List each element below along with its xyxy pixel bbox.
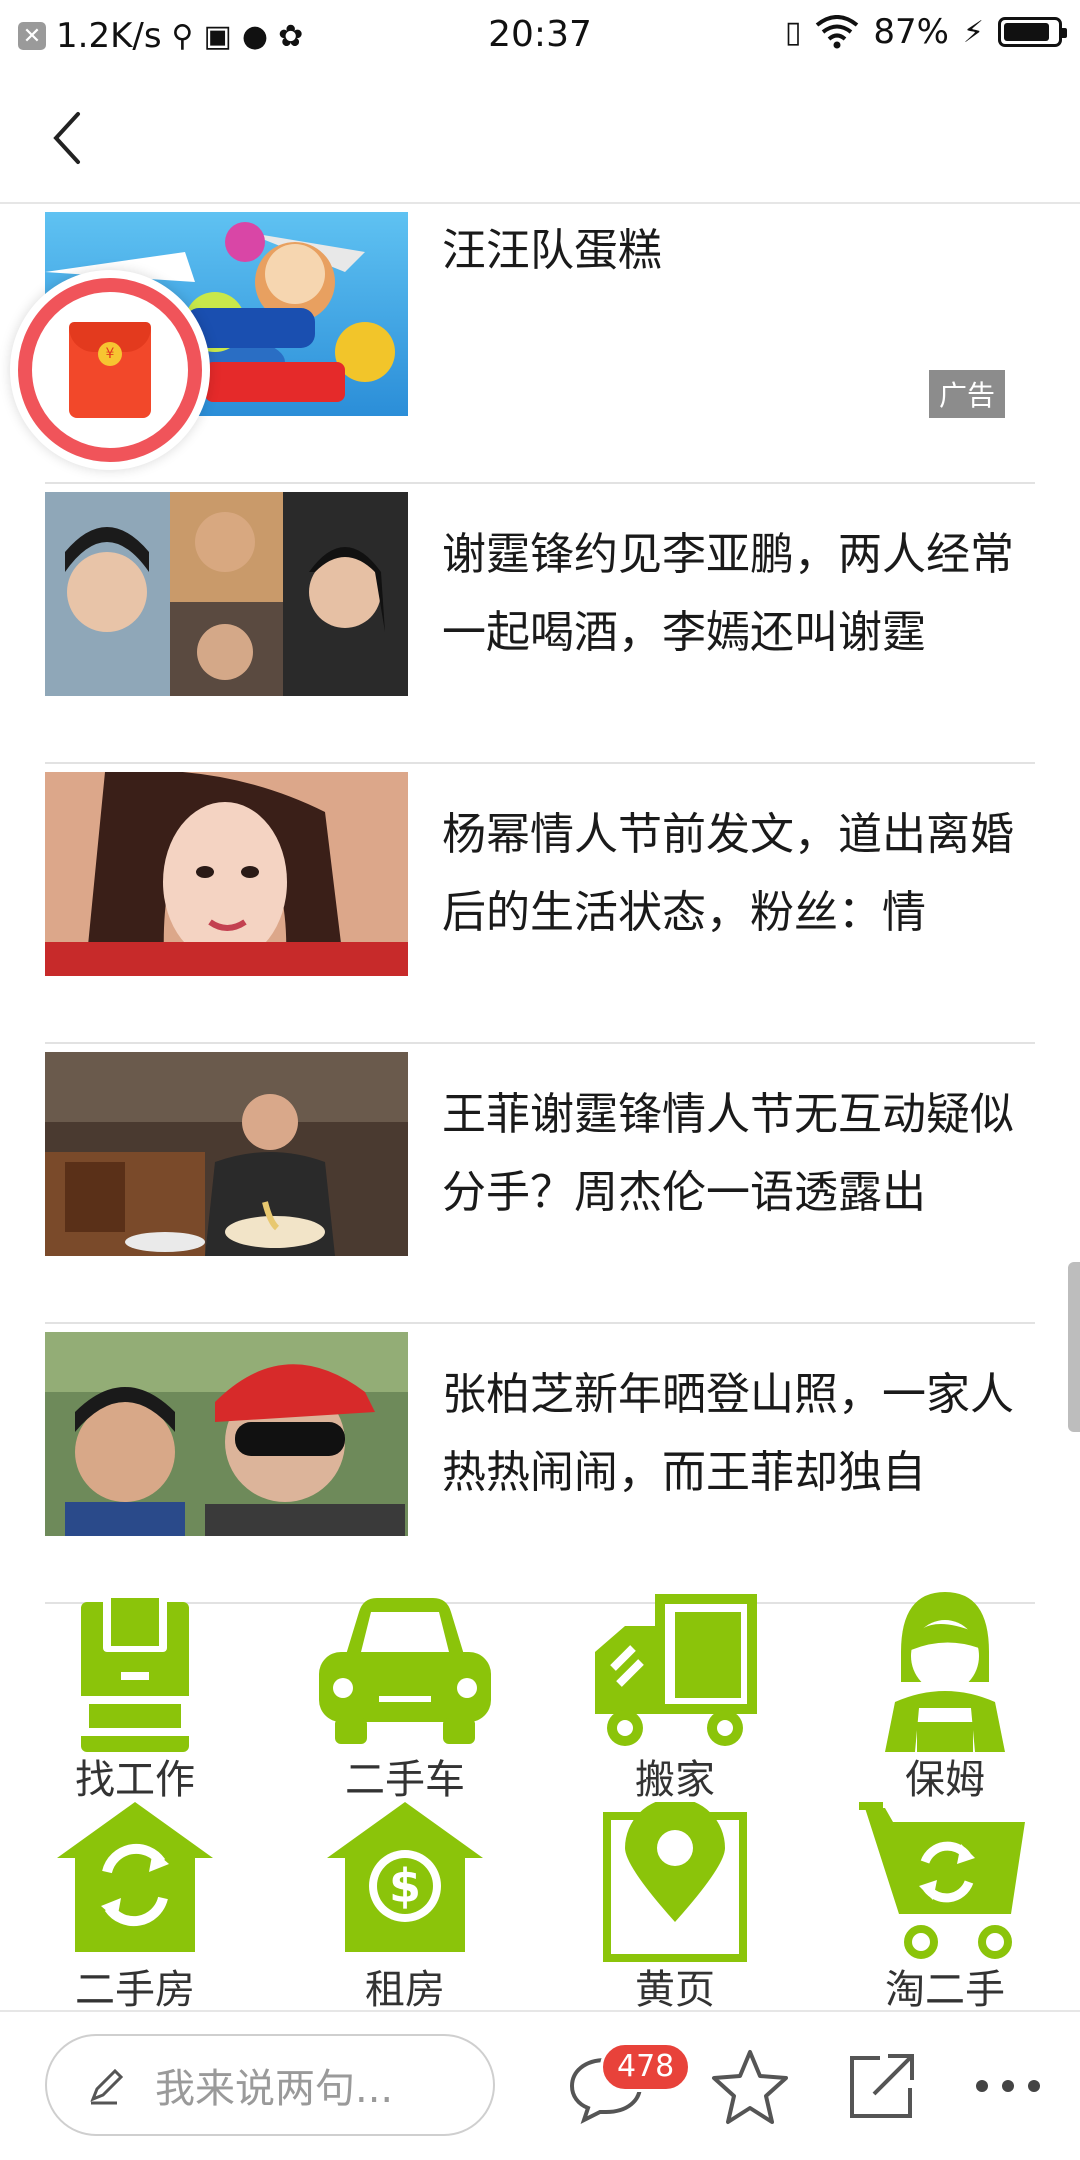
charging-icon: ⚡ <box>962 14 984 50</box>
house-dollar-icon: $ <box>327 1802 483 1952</box>
service-yellow-pages[interactable]: 黄页 <box>540 1798 810 2014</box>
share-icon[interactable] <box>840 2046 920 2126</box>
bottom-comment-bar: 我来说两句... 478 <box>0 2010 1080 2160</box>
service-label: 淘二手 <box>885 1967 1005 2013</box>
comment-input[interactable]: 我来说两句... <box>45 2034 495 2136</box>
wifi-icon <box>816 15 859 49</box>
service-label: 找工作 <box>75 1757 195 1803</box>
red-envelope-icon: ¥ <box>69 322 151 418</box>
service-job[interactable]: 找工作 <box>0 1592 270 1804</box>
battery-percent: 87% <box>873 12 949 52</box>
news-title[interactable]: 张柏芝新年晒登山照，一家人热热闹闹，而王菲却独自 <box>442 1356 1017 1512</box>
vibrate-icon: ▯ <box>784 14 802 50</box>
service-label: 保姆 <box>905 1757 985 1803</box>
truck-icon <box>595 1594 757 1746</box>
status-bar: ✕ 1.2K/s ⚲ ▣ ● ✿ 20:37 ▯ 87% ⚡ <box>0 0 1080 72</box>
chevron-left-icon[interactable] <box>40 108 100 168</box>
car-icon <box>319 1598 491 1744</box>
comment-placeholder: 我来说两句... <box>155 2066 394 2112</box>
job-bag-icon <box>81 1592 189 1752</box>
service-label: 租房 <box>365 1967 445 2013</box>
service-second-hand[interactable]: 淘二手 <box>810 1802 1080 2014</box>
red-packet-ring: ¥ <box>18 278 202 462</box>
ad-label: 广告 <box>928 370 1005 418</box>
news-thumbnail[interactable] <box>45 492 408 696</box>
news-item[interactable]: 王菲谢霆锋情人节无互动疑似分手？周杰伦一语透露出 <box>45 1044 1035 1324</box>
battery-icon <box>998 17 1067 47</box>
service-label: 黄页 <box>635 1967 715 2013</box>
location-pin-icon <box>603 1798 747 1962</box>
news-thumbnail[interactable] <box>45 1052 408 1256</box>
service-rent[interactable]: $ 租房 <box>270 1802 540 2014</box>
house-refresh-icon <box>57 1802 213 1952</box>
pencil-icon <box>90 2068 124 2105</box>
news-thumbnail[interactable] <box>45 772 408 976</box>
news-title[interactable]: 汪汪队蛋糕 <box>442 212 1017 368</box>
services-grid: 找工作 二手车 搬家 保姆 二手房 $ 租房 黄页 淘二手 <box>0 1570 1080 2013</box>
cart-refresh-icon <box>859 1802 1025 1959</box>
service-moving[interactable]: 搬家 <box>540 1592 810 1804</box>
news-item[interactable]: 张柏芝新年晒登山照，一家人热热闹闹，而王菲却独自 <box>45 1324 1035 1604</box>
service-label: 二手车 <box>345 1757 465 1803</box>
service-nanny[interactable]: 保姆 <box>810 1592 1080 1804</box>
comment-count-badge: 478 <box>600 2042 692 2092</box>
service-used-house[interactable]: 二手房 <box>0 1802 270 2014</box>
news-title[interactable]: 杨幂情人节前发文，道出离婚后的生活状态，粉丝：情 <box>442 796 1017 952</box>
nanny-icon <box>885 1592 1005 1752</box>
red-packet-float-button[interactable]: ¥ <box>10 270 210 470</box>
service-used-car[interactable]: 二手车 <box>270 1592 540 1804</box>
service-label: 二手房 <box>75 1967 195 2013</box>
news-item[interactable]: 杨幂情人节前发文，道出离婚后的生活状态，粉丝：情 <box>45 764 1035 1044</box>
news-title[interactable]: 谢霆锋约见李亚鹏，两人经常一起喝酒，李嫣还叫谢霆 <box>442 516 1017 672</box>
star-icon[interactable] <box>710 2046 790 2126</box>
yuan-coin-icon: ¥ <box>98 342 122 366</box>
top-header <box>0 72 1080 204</box>
service-label: 搬家 <box>635 1757 715 1803</box>
more-icon[interactable] <box>968 2046 1048 2126</box>
news-item[interactable]: 谢霆锋约见李亚鹏，两人经常一起喝酒，李嫣还叫谢霆 <box>45 484 1035 764</box>
status-right: ▯ 87% ⚡ <box>784 12 1067 52</box>
svg-text:$: $ <box>389 1859 421 1913</box>
news-title[interactable]: 王菲谢霆锋情人节无互动疑似分手？周杰伦一语透露出 <box>442 1076 1017 1232</box>
news-thumbnail[interactable] <box>45 1332 408 1536</box>
scroll-indicator[interactable] <box>1068 1262 1080 1432</box>
